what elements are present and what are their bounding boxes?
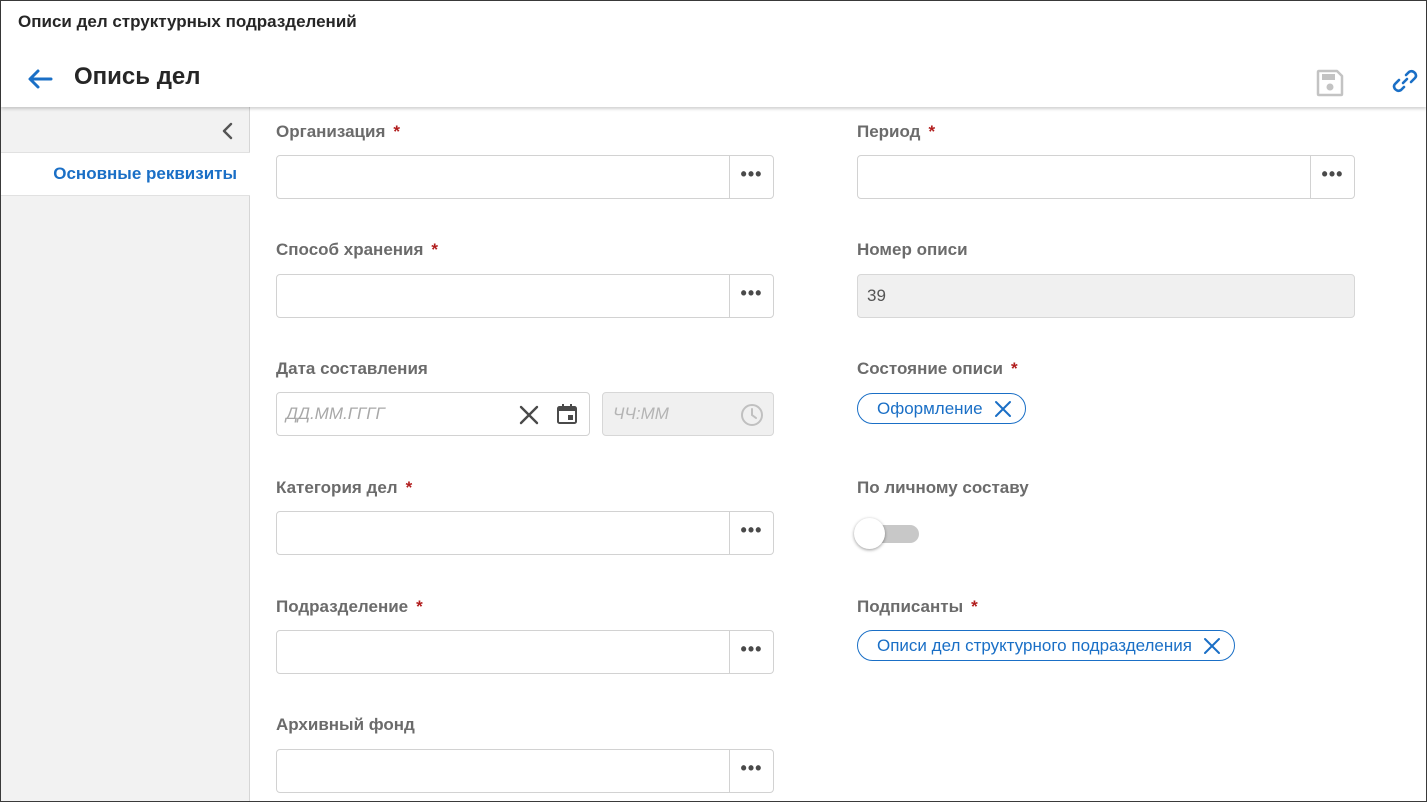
signers-chip-label: Описи дел структурного подразделения bbox=[877, 636, 1192, 655]
back-button[interactable] bbox=[23, 63, 57, 97]
inventory-number-label: Номер описи bbox=[857, 240, 968, 259]
inventory-state-label: Состояние описи * bbox=[857, 359, 1018, 378]
time-placeholder: ЧЧ:ММ bbox=[613, 404, 669, 423]
arrow-left-icon bbox=[28, 69, 53, 89]
archive-fund-select-button[interactable]: ••• bbox=[729, 750, 773, 792]
more-icon: ••• bbox=[740, 639, 763, 659]
organization-input[interactable] bbox=[277, 156, 730, 198]
sidebar-item-main-details[interactable]: Основные реквизиты bbox=[1, 152, 250, 196]
signers-label: Подписанты * bbox=[857, 597, 978, 616]
archive-fund-input[interactable] bbox=[277, 750, 730, 792]
storage-method-field: ••• bbox=[276, 274, 774, 318]
collapse-sidebar-button[interactable] bbox=[216, 119, 240, 143]
calendar-icon[interactable] bbox=[555, 402, 579, 426]
personnel-toggle[interactable] bbox=[853, 517, 921, 549]
period-input[interactable] bbox=[858, 156, 1311, 198]
link-icon bbox=[1392, 69, 1418, 93]
breadcrumb[interactable]: Описи дел структурных подразделений bbox=[18, 12, 357, 32]
save-icon bbox=[1316, 69, 1344, 97]
department-select-button[interactable]: ••• bbox=[729, 631, 773, 673]
archive-fund-label: Архивный фонд bbox=[276, 715, 415, 734]
compile-date-label: Дата составления bbox=[276, 359, 428, 378]
storage-method-input[interactable] bbox=[277, 275, 730, 317]
case-category-select-button[interactable]: ••• bbox=[729, 512, 773, 554]
page-header: Описи дел структурных подразделений Опис… bbox=[1, 1, 1426, 107]
period-field: ••• bbox=[857, 155, 1355, 199]
chevron-left-icon bbox=[222, 122, 233, 140]
organization-select-button[interactable]: ••• bbox=[729, 156, 773, 198]
inventory-state-chip[interactable]: Оформление bbox=[857, 393, 1026, 424]
link-button[interactable] bbox=[1389, 65, 1421, 97]
archive-fund-field: ••• bbox=[276, 749, 774, 793]
date-placeholder: ДД.ММ.ГГГГ bbox=[286, 404, 385, 423]
personnel-label: По личному составу bbox=[857, 478, 1029, 497]
more-icon: ••• bbox=[740, 758, 763, 778]
department-field: ••• bbox=[276, 630, 774, 674]
signers-chip[interactable]: Описи дел структурного подразделения bbox=[857, 630, 1235, 661]
organization-label: Организация * bbox=[276, 122, 400, 141]
case-category-field: ••• bbox=[276, 511, 774, 555]
clock-icon bbox=[741, 404, 763, 426]
case-category-label: Категория дел * bbox=[276, 478, 413, 497]
storage-method-select-button[interactable]: ••• bbox=[729, 275, 773, 317]
inventory-number-field: 39 bbox=[857, 274, 1355, 318]
more-icon: ••• bbox=[1321, 164, 1344, 184]
more-icon: ••• bbox=[740, 283, 763, 303]
time-input[interactable]: ЧЧ:ММ bbox=[602, 392, 774, 436]
department-input[interactable] bbox=[277, 631, 730, 673]
department-label: Подразделение * bbox=[276, 597, 423, 616]
organization-field: ••• bbox=[276, 155, 774, 199]
case-category-input[interactable] bbox=[277, 512, 730, 554]
save-button[interactable] bbox=[1314, 67, 1346, 99]
clear-icon[interactable] bbox=[517, 403, 541, 427]
storage-method-label: Способ хранения * bbox=[276, 240, 439, 259]
period-label: Период * bbox=[857, 122, 936, 141]
close-icon[interactable] bbox=[993, 399, 1013, 419]
page-title: Опись дел bbox=[74, 63, 201, 90]
period-select-button[interactable]: ••• bbox=[1310, 156, 1354, 198]
toggle-knob bbox=[854, 518, 885, 549]
inventory-state-chip-label: Оформление bbox=[877, 399, 983, 418]
close-icon[interactable] bbox=[1202, 636, 1222, 656]
more-icon: ••• bbox=[740, 520, 763, 540]
sidebar: Основные реквизиты bbox=[1, 107, 250, 801]
more-icon: ••• bbox=[740, 164, 763, 184]
date-input[interactable]: ДД.ММ.ГГГГ bbox=[276, 392, 590, 436]
